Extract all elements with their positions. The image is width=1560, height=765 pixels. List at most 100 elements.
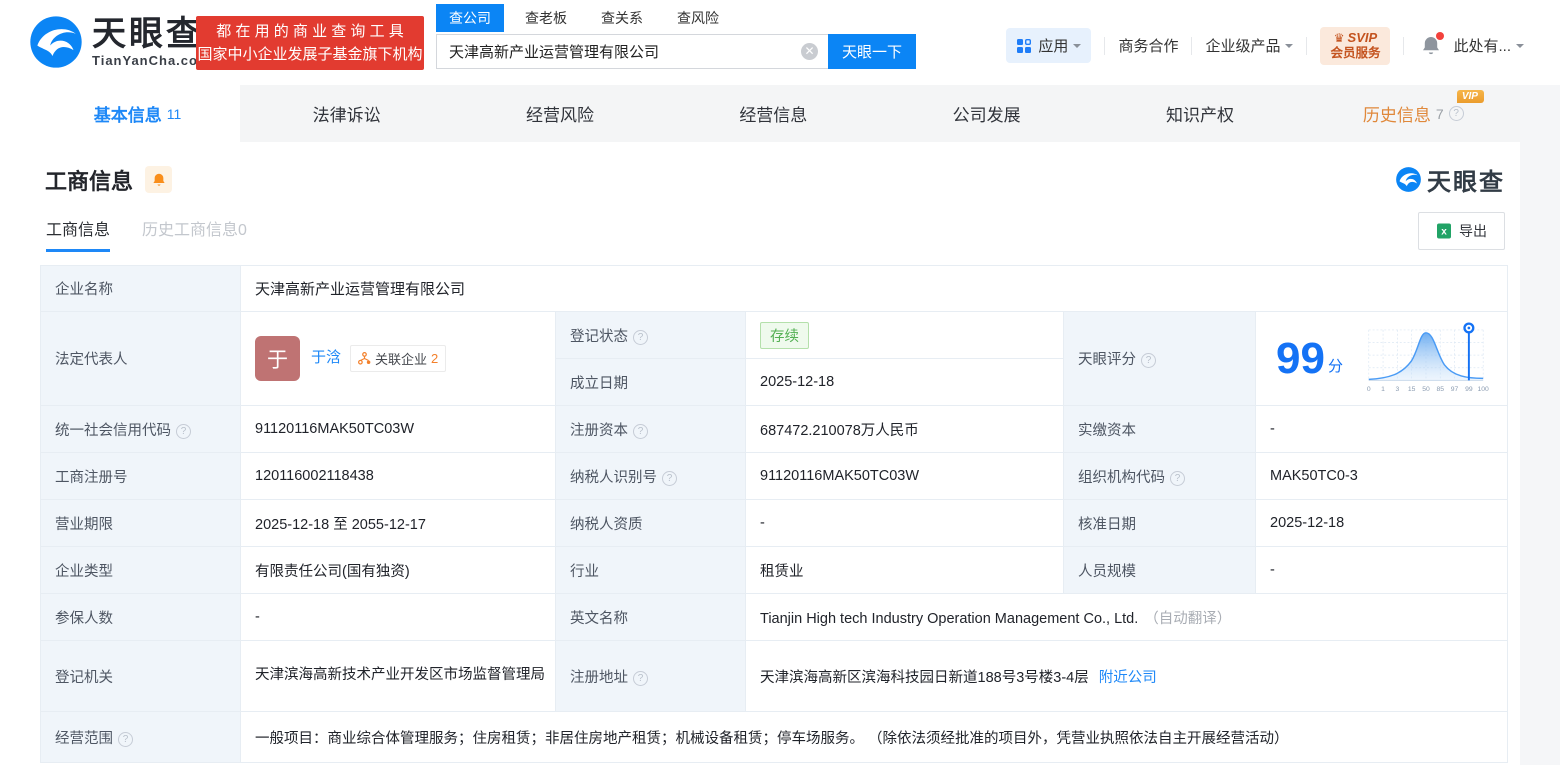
company-type-value: 有限责任公司(国有独资): [240, 546, 556, 594]
table-row: 经营范围? 一般项目：商业综合体管理服务；住房租赁；非居住房地产租赁；机械设备租…: [40, 711, 1509, 763]
field-label: 成立日期: [555, 358, 746, 406]
promo-line-2: 国家中小企业发展子基金旗下机构: [197, 46, 423, 63]
divider: [1104, 36, 1106, 55]
search-area: 查公司 查老板 查关系 查风险 ✕ 天眼一下: [436, 4, 916, 69]
promo-banner[interactable]: 都 在 用 的 商 业 查 询 工 具 国家中小企业发展子基金旗下机构: [196, 16, 424, 70]
help-icon[interactable]: ?: [633, 329, 648, 345]
svg-text:3: 3: [1395, 386, 1399, 393]
business-term-value: 2025-12-18 至 2055-12-17: [240, 499, 556, 547]
svg-text:100: 100: [1478, 386, 1489, 393]
related-companies-badge[interactable]: 关联企业 2: [350, 345, 447, 372]
nav-enterprise[interactable]: 企业级产品: [1205, 35, 1294, 56]
subtab-history-business-info[interactable]: 历史工商信息0: [142, 216, 247, 252]
logo-text-cn: 天眼查: [92, 14, 203, 53]
help-icon[interactable]: ?: [118, 731, 133, 747]
chevron-down-icon: [1516, 43, 1524, 52]
field-label: 纳税人资质: [555, 499, 746, 547]
legal-rep-name-link[interactable]: 于浛: [311, 349, 341, 366]
svg-text:15: 15: [1408, 386, 1416, 393]
field-label: 组织机构代码?: [1063, 452, 1256, 500]
field-label: 企业名称: [40, 265, 241, 312]
org-chart-icon: [358, 352, 371, 365]
business-info-table: 企业名称 天津高新产业运营管理有限公司 法定代表人 于于浛 关联企业 2 登记状…: [40, 265, 1509, 763]
legal-rep-avatar[interactable]: 于: [255, 336, 300, 381]
table-row: 企业类型 有限责任公司(国有独资) 行业 租赁业 人员规模 -: [40, 546, 1509, 594]
table-row: 企业名称 天津高新产业运营管理有限公司: [40, 265, 1509, 312]
tab-count: 11: [166, 105, 182, 122]
search-tab-relation[interactable]: 查关系: [588, 4, 656, 32]
table-row: 统一社会信用代码? 91120116MAK50TC03W 注册资本? 68747…: [40, 405, 1509, 453]
table-row: 登记机关 天津滨海高新技术产业开发区市场监督管理局 注册地址? 天津滨海高新区滨…: [40, 640, 1509, 712]
svip-member-button[interactable]: ♛ SVIP 会员服务: [1320, 27, 1391, 65]
table-row: 参保人数 - 英文名称 Tianjin High tech Industry O…: [40, 593, 1509, 641]
tab-legal[interactable]: 法律诉讼: [240, 85, 453, 142]
field-label: 登记机关: [40, 640, 241, 712]
reg-capital-value: 687472.210078万人民币: [745, 405, 1064, 453]
search-input[interactable]: [436, 34, 828, 69]
section-title: 工商信息: [45, 168, 134, 194]
subtab-business-info[interactable]: 工商信息: [46, 216, 111, 252]
field-label: 登记状态?: [555, 311, 746, 359]
help-icon[interactable]: ?: [662, 470, 677, 486]
excel-icon: x: [1437, 223, 1451, 239]
nearby-companies-link[interactable]: 附近公司: [1099, 670, 1157, 686]
monitor-bell-icon[interactable]: [145, 166, 173, 193]
export-button[interactable]: x 导出: [1418, 212, 1505, 250]
svg-text:0: 0: [1367, 386, 1371, 393]
tab-operation-risk[interactable]: 经营风险: [453, 85, 666, 142]
field-label: 纳税人识别号?: [555, 452, 746, 500]
help-icon[interactable]: ?: [633, 670, 648, 686]
field-label: 人员规模: [1063, 546, 1256, 594]
tab-count: 7: [1435, 105, 1444, 122]
score-distribution-chart: 0 1 3 15 50 85 97 99 100: [1367, 321, 1489, 393]
score-cell[interactable]: 99 分 0 1 3 15 50 85 97 99 100: [1254, 311, 1509, 406]
help-icon[interactable]: ?: [1170, 470, 1185, 486]
search-tab-risk[interactable]: 查风险: [664, 4, 732, 32]
svg-text:97: 97: [1451, 386, 1459, 393]
help-icon[interactable]: ?: [633, 423, 648, 439]
table-row: 营业期限 2025-12-18 至 2055-12-17 纳税人资质 - 核准日…: [40, 499, 1509, 547]
field-label: 法定代表人: [40, 311, 241, 406]
clear-icon[interactable]: ✕: [801, 43, 818, 60]
header: 天眼查 TianYanCha.com 都 在 用 的 商 业 查 询 工 具 国…: [0, 0, 1560, 85]
field-label: 行业: [555, 546, 746, 594]
tab-company-development[interactable]: 公司发展: [880, 85, 1093, 142]
tab-basic-info[interactable]: 基本信息 11: [35, 85, 240, 142]
field-label: 天眼评分?: [1063, 311, 1256, 406]
scroll-gutter: [1520, 85, 1560, 765]
apps-grid-icon: [1017, 38, 1032, 53]
help-icon[interactable]: ?: [176, 423, 191, 439]
field-label: 注册资本?: [555, 405, 746, 453]
svg-text:99: 99: [1465, 386, 1473, 393]
help-icon[interactable]: ?: [1448, 106, 1464, 121]
approval-date-value: 2025-12-18: [1254, 499, 1509, 547]
english-name-value: Tianjin High tech Industry Operation Man…: [744, 593, 1509, 641]
auto-translate-note: （自动翻译）: [1144, 610, 1232, 627]
svg-text:50: 50: [1422, 386, 1430, 393]
tab-history-info[interactable]: VIP 历史信息 7 ?: [1307, 85, 1520, 142]
notification-bell-icon[interactable]: [1421, 31, 1445, 57]
logo-text-en: TianYanCha.com: [92, 52, 211, 68]
est-date-value: 2025-12-18: [745, 358, 1064, 406]
tianyancha-logo[interactable]: 天眼查 TianYanCha.com: [28, 14, 211, 70]
divider: [1191, 36, 1193, 55]
field-label: 核准日期: [1063, 499, 1256, 547]
tianyancha-logo-icon: [1396, 167, 1421, 192]
nav-cooperation[interactable]: 商务合作: [1118, 35, 1178, 56]
search-tab-boss[interactable]: 查老板: [512, 4, 580, 32]
reg-status-value: 存续: [745, 311, 1064, 359]
search-button[interactable]: 天眼一下: [828, 34, 916, 69]
company-tabs: 基本信息 11 法律诉讼 经营风险 经营信息 公司发展 知识产权 VIP 历史信…: [35, 85, 1520, 142]
help-icon[interactable]: ?: [1141, 353, 1156, 368]
field-label: 统一社会信用代码?: [40, 405, 241, 453]
user-menu[interactable]: 此处有...: [1453, 35, 1524, 56]
crown-icon: ♛: [1333, 30, 1345, 45]
tab-intellectual-property[interactable]: 知识产权: [1093, 85, 1306, 142]
apps-button[interactable]: 应用: [1006, 28, 1092, 64]
divider: [1403, 36, 1405, 55]
vip-badge: VIP: [1456, 90, 1484, 103]
tab-business-info[interactable]: 经营信息: [667, 85, 880, 142]
svg-text:1: 1: [1381, 386, 1385, 393]
staff-size-value: -: [1254, 546, 1509, 594]
search-tab-company[interactable]: 查公司: [436, 4, 504, 32]
